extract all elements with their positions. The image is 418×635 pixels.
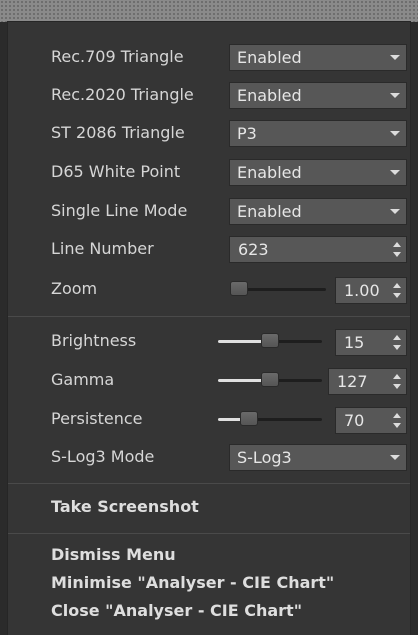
context-menu: Rec.709 Triangle Enabled Rec.2020 Triang… (8, 22, 410, 635)
zoom-value: 1.00 (344, 281, 380, 300)
chevron-down-icon (390, 455, 400, 460)
persistence-slider-handle[interactable] (239, 411, 258, 426)
brightness-label: Brightness (51, 331, 137, 350)
menu-row-zoom: Zoom 1.00 (8, 272, 410, 306)
brightness-slider[interactable] (218, 324, 322, 358)
persistence-value: 70 (344, 411, 365, 430)
zoom-label: Zoom (51, 279, 98, 298)
take-screenshot-item[interactable]: Take Screenshot (51, 494, 199, 520)
spin-arrows-icon[interactable] (393, 333, 403, 352)
rec709-select[interactable]: Enabled (229, 44, 407, 71)
st2086-label: ST 2086 Triangle (51, 123, 185, 142)
single-line-value: Enabled (237, 202, 302, 221)
window-top-strip (0, 0, 418, 22)
menu-row-persistence: Persistence 70 (8, 402, 410, 436)
persistence-slider[interactable] (218, 402, 322, 436)
brightness-slider-handle[interactable] (261, 333, 279, 348)
zoom-slider[interactable] (230, 272, 326, 306)
persistence-spinbox[interactable]: 70 (335, 407, 407, 434)
menu-separator (8, 316, 410, 317)
st2086-value: P3 (237, 124, 257, 143)
menu-separator (8, 533, 410, 534)
zoom-slider-handle[interactable] (230, 281, 248, 296)
spin-arrows-icon[interactable] (393, 372, 403, 391)
single-line-label: Single Line Mode (51, 201, 188, 220)
menu-row-brightness: Brightness 15 (8, 324, 410, 358)
chevron-down-icon (390, 131, 400, 136)
gamma-spinbox[interactable]: 127 (328, 368, 407, 395)
line-number-label: Line Number (51, 239, 154, 258)
brightness-spinbox[interactable]: 15 (335, 329, 407, 356)
chevron-down-icon (390, 170, 400, 175)
gamma-label: Gamma (51, 370, 115, 389)
d65-label: D65 White Point (51, 162, 181, 181)
line-number-spinbox[interactable]: 623 (229, 236, 407, 263)
menu-row-rec2020: Rec.2020 Triangle Enabled (8, 78, 410, 112)
slog3-label: S-Log3 Mode (51, 447, 155, 466)
menu-row-slog3: S-Log3 Mode S-Log3 (8, 440, 410, 474)
slog3-value: S-Log3 (237, 448, 292, 467)
rec2020-value: Enabled (237, 86, 302, 105)
d65-value: Enabled (237, 163, 302, 182)
menu-row-single-line: Single Line Mode Enabled (8, 194, 410, 228)
dismiss-menu-item[interactable]: Dismiss Menu (51, 542, 176, 568)
chevron-down-icon (390, 93, 400, 98)
rec709-label: Rec.709 Triangle (51, 47, 184, 66)
gamma-slider-handle[interactable] (261, 372, 279, 387)
chevron-down-icon (390, 55, 400, 60)
rec2020-label: Rec.2020 Triangle (51, 85, 194, 104)
slog3-select[interactable]: S-Log3 (229, 444, 407, 471)
spin-arrows-icon[interactable] (393, 240, 403, 259)
rec709-value: Enabled (237, 48, 302, 67)
chevron-down-icon (390, 209, 400, 214)
minimise-window-item[interactable]: Minimise "Analyser - CIE Chart" (51, 570, 334, 596)
close-window-item[interactable]: Close "Analyser - CIE Chart" (51, 598, 302, 624)
persistence-label: Persistence (51, 409, 143, 428)
zoom-spinbox[interactable]: 1.00 (335, 277, 407, 304)
brightness-value: 15 (344, 333, 365, 352)
st2086-select[interactable]: P3 (229, 120, 407, 147)
gamma-slider[interactable] (218, 363, 322, 397)
rec2020-select[interactable]: Enabled (229, 82, 407, 109)
menu-row-gamma: Gamma 127 (8, 363, 410, 397)
gamma-value: 127 (337, 372, 368, 391)
menu-row-st2086: ST 2086 Triangle P3 (8, 116, 410, 150)
spin-arrows-icon[interactable] (393, 281, 403, 300)
line-number-value: 623 (238, 240, 269, 259)
spin-arrows-icon[interactable] (393, 411, 403, 430)
menu-separator (8, 483, 410, 484)
menu-row-rec709: Rec.709 Triangle Enabled (8, 40, 410, 74)
menu-row-line-number: Line Number 623 (8, 232, 410, 266)
menu-row-d65: D65 White Point Enabled (8, 155, 410, 189)
d65-select[interactable]: Enabled (229, 159, 407, 186)
single-line-select[interactable]: Enabled (229, 198, 407, 225)
